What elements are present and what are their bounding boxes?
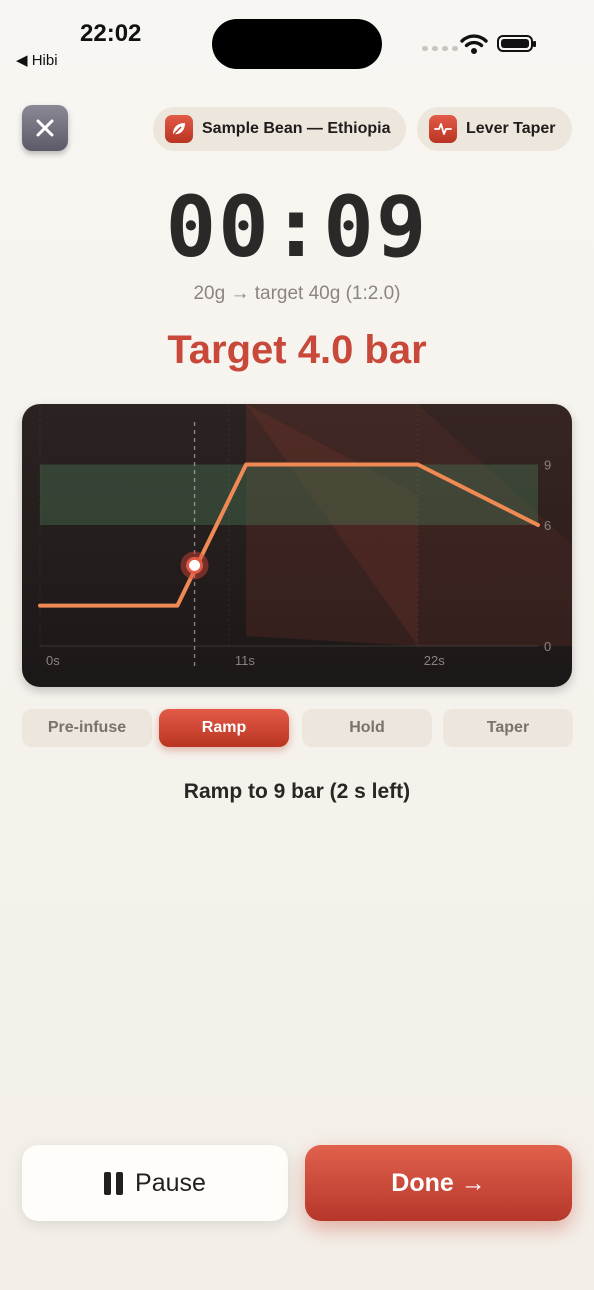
- x-tick-label: 0s: [46, 653, 60, 668]
- dose-ratio-text: 20g → target 40g (1:2.0): [193, 283, 401, 304]
- phase-tab-ramp[interactable]: Ramp: [159, 709, 289, 747]
- target-band: [40, 464, 538, 525]
- phase-tab-taper[interactable]: Taper: [443, 709, 573, 747]
- y-tick-label: 0: [544, 639, 551, 654]
- phase-tabs: Pre-infuse Ramp Hold Taper: [22, 709, 573, 747]
- phase-tab-pre-infuse[interactable]: Pre-infuse: [22, 709, 152, 747]
- close-icon: [36, 119, 54, 137]
- phase-tab-label: Ramp: [201, 719, 247, 736]
- pause-icon: [104, 1171, 124, 1195]
- bean-chip-label: Sample Bean — Ethiopia: [202, 120, 391, 137]
- phase-tab-hold[interactable]: Hold: [302, 709, 432, 747]
- current-point-marker: [186, 556, 204, 574]
- phase-tab-label: Hold: [349, 719, 385, 736]
- x-tick-label: 22s: [424, 653, 445, 668]
- pause-button[interactable]: Pause: [22, 1145, 288, 1221]
- pressure-chart: 0s 11s 22s 9 6 0: [22, 404, 572, 687]
- bean-chip[interactable]: Sample Bean — Ethiopia: [153, 107, 406, 151]
- target-pressure: Target 4.0 bar: [167, 328, 427, 372]
- y-tick-label: 9: [544, 458, 551, 473]
- pause-button-label: Pause: [135, 1168, 206, 1197]
- y-tick-label: 6: [544, 518, 551, 533]
- x-tick-label: 11s: [235, 653, 255, 668]
- phase-tab-label: Pre-infuse: [47, 719, 127, 736]
- dynamic-island: [212, 19, 382, 69]
- pressure-chart-svg: 0s 11s 22s 9 6 0: [38, 404, 572, 668]
- status-bar: 22:02 ◀ Hibi: [0, 0, 594, 80]
- stage-hint: Ramp to 9 bar (2 s left): [183, 780, 411, 803]
- leaf-icon: [165, 115, 193, 143]
- cellular-signal-icon: [422, 46, 458, 52]
- close-button[interactable]: [22, 105, 68, 151]
- wifi-icon: [460, 34, 488, 54]
- phase-tab-label: Taper: [486, 719, 530, 736]
- profile-chip[interactable]: Lever Taper: [417, 107, 572, 151]
- shot-timer: 00:09: [165, 178, 429, 276]
- back-to-app-link[interactable]: ◀ Hibi: [16, 51, 58, 69]
- profile-chip-label: Lever Taper: [466, 120, 556, 137]
- done-button[interactable]: Done →: [305, 1145, 572, 1221]
- done-button-label: Done →: [391, 1168, 486, 1197]
- status-clock: 22:02: [80, 20, 142, 47]
- pulse-icon: [429, 115, 457, 143]
- battery-icon: [497, 35, 536, 52]
